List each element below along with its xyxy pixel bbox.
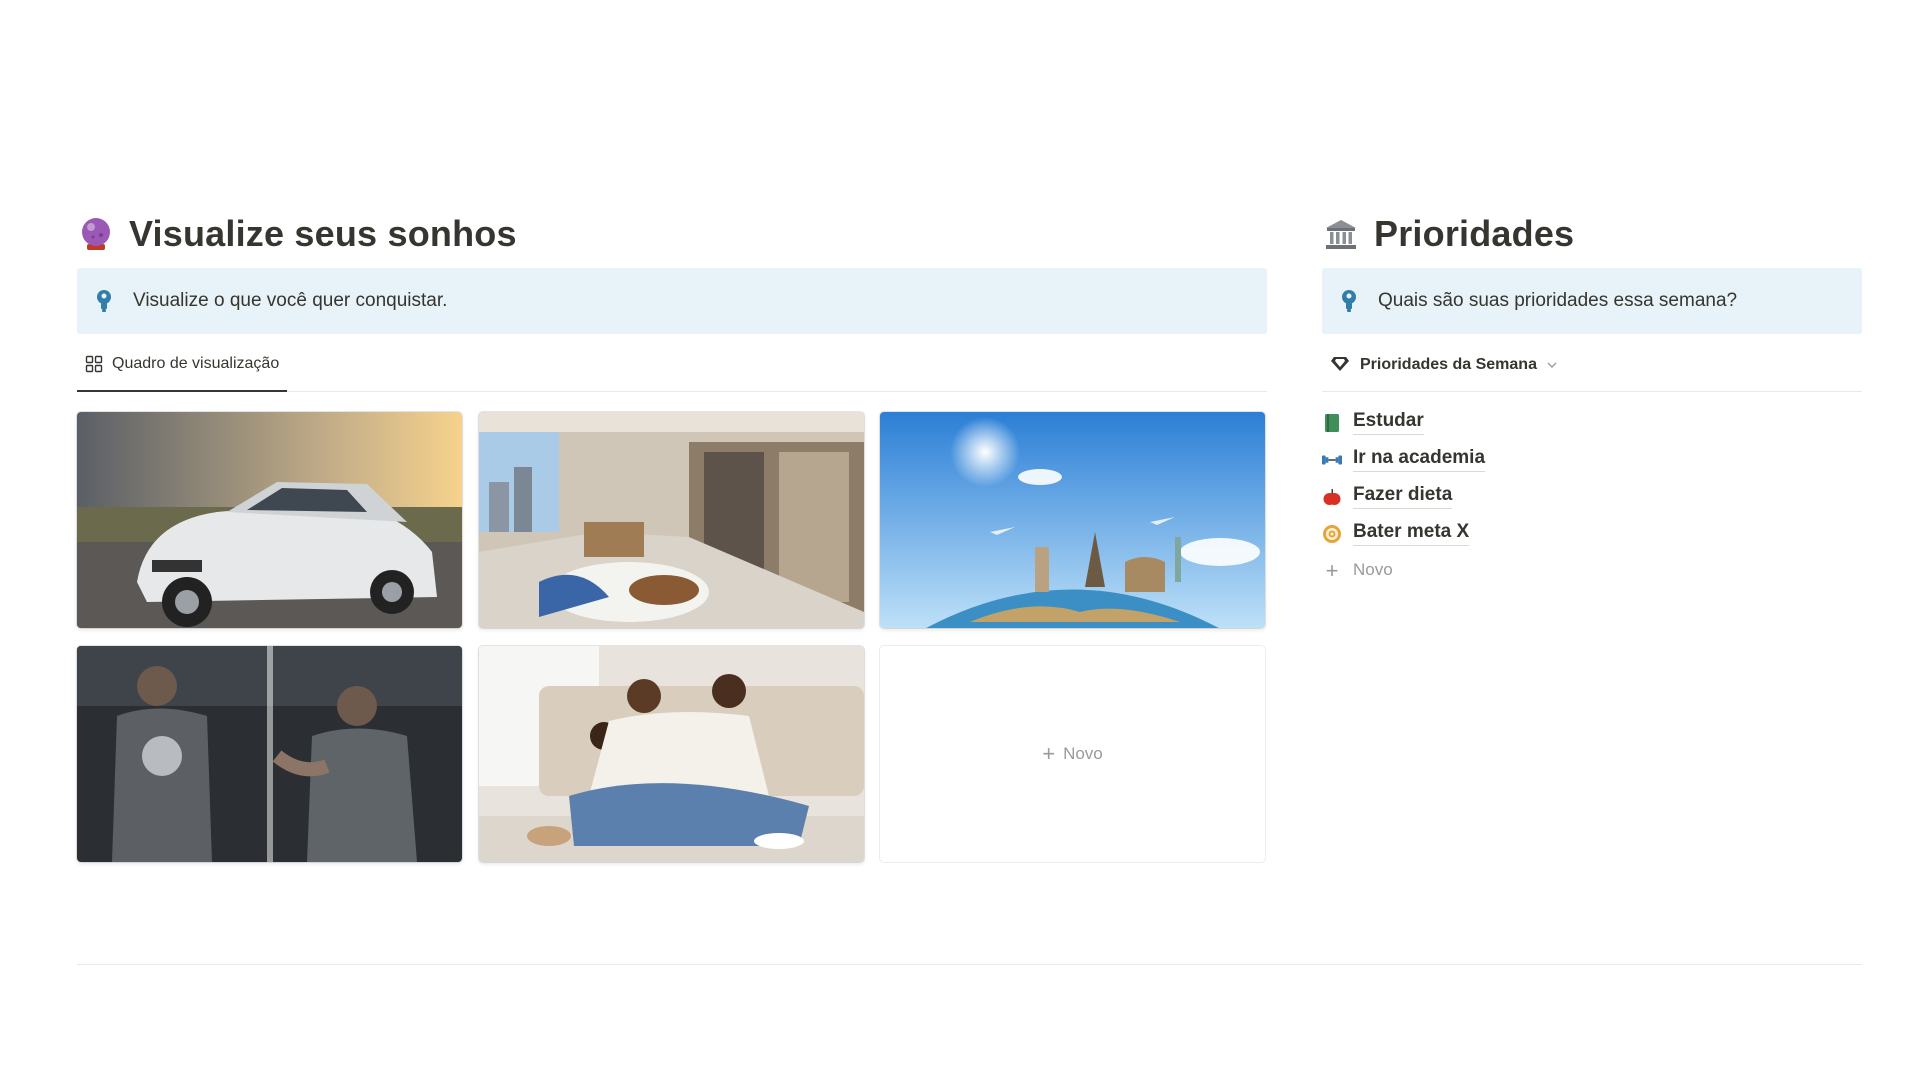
list-item[interactable]: Fazer dieta [1322,478,1862,515]
list-item-label: Ir na academia [1353,447,1486,472]
target-icon [1322,524,1342,544]
dreams-heading: Visualize seus sonhos [77,206,1267,262]
list-item-label: Estudar [1353,410,1424,435]
priorities-section: Prioridades Quais são suas prioridades e… [1322,206,1862,589]
gym-workout-photo [77,646,462,862]
green-book-icon [1322,413,1342,433]
car-photo [77,412,462,628]
database-title-label: Prioridades da Semana [1360,356,1537,373]
gallery-card-car[interactable] [77,412,462,628]
gallery-card-apartment[interactable] [479,412,864,628]
dreams-section: Visualize seus sonhos Visualize o que vo… [77,206,1267,882]
database-title[interactable]: Prioridades da Semana [1330,338,1558,392]
view-tabs: Quadro de visualização [77,338,1267,392]
priorities-callout[interactable]: Quais são suas prioridades essa semana? [1322,268,1862,334]
lightbulb-icon [93,288,115,314]
divider [77,964,1862,965]
gallery-card-travel[interactable] [880,412,1265,628]
apple-icon [1322,487,1342,507]
page-title: Visualize seus sonhos [129,213,517,254]
add-new-item-button[interactable]: + Novo [1322,552,1862,589]
crystal-ball-icon [77,215,115,253]
priorities-title: Prioridades [1374,213,1575,254]
list-item-label: Bater meta X [1353,521,1470,546]
apartment-balcony-photo [479,412,864,628]
gallery-grid-icon [85,355,103,373]
list-item[interactable]: Estudar [1322,404,1862,441]
dumbbell-icon [1322,450,1342,470]
new-item-label: Novo [1353,559,1393,579]
gallery-card-gym[interactable] [77,646,462,862]
priorities-heading: Prioridades [1322,206,1862,262]
priorities-list: Estudar Ir na academia Fazer dieta Bater… [1322,404,1862,589]
plus-icon: + [1325,557,1339,583]
list-item[interactable]: Ir na academia [1322,441,1862,478]
tab-gallery-view[interactable]: Quadro de visualização [77,338,288,392]
family-photo [479,646,864,862]
list-item[interactable]: Bater meta X [1322,515,1862,552]
gallery-card-family[interactable] [479,646,864,862]
plus-icon: + [1042,741,1056,766]
list-item-label: Fazer dieta [1353,484,1453,509]
chevron-down-icon[interactable] [1546,359,1558,371]
dreams-callout[interactable]: Visualize o que você quer conquistar. [77,268,1267,334]
new-card-label: Novo [1063,744,1103,763]
priorities-db-header: Prioridades da Semana [1322,338,1862,392]
callout-text: Visualize o que você quer conquistar. [133,290,448,311]
classical-building-icon [1322,215,1360,253]
callout-text: Quais são suas prioridades essa semana? [1378,290,1738,311]
world-travel-photo [880,412,1265,628]
gallery-new-card[interactable]: + Novo [880,646,1265,862]
gallery: + Novo [77,412,1267,882]
tab-label: Quadro de visualização [112,355,280,372]
gem-icon [1330,356,1350,374]
lightbulb-icon [1338,288,1360,314]
